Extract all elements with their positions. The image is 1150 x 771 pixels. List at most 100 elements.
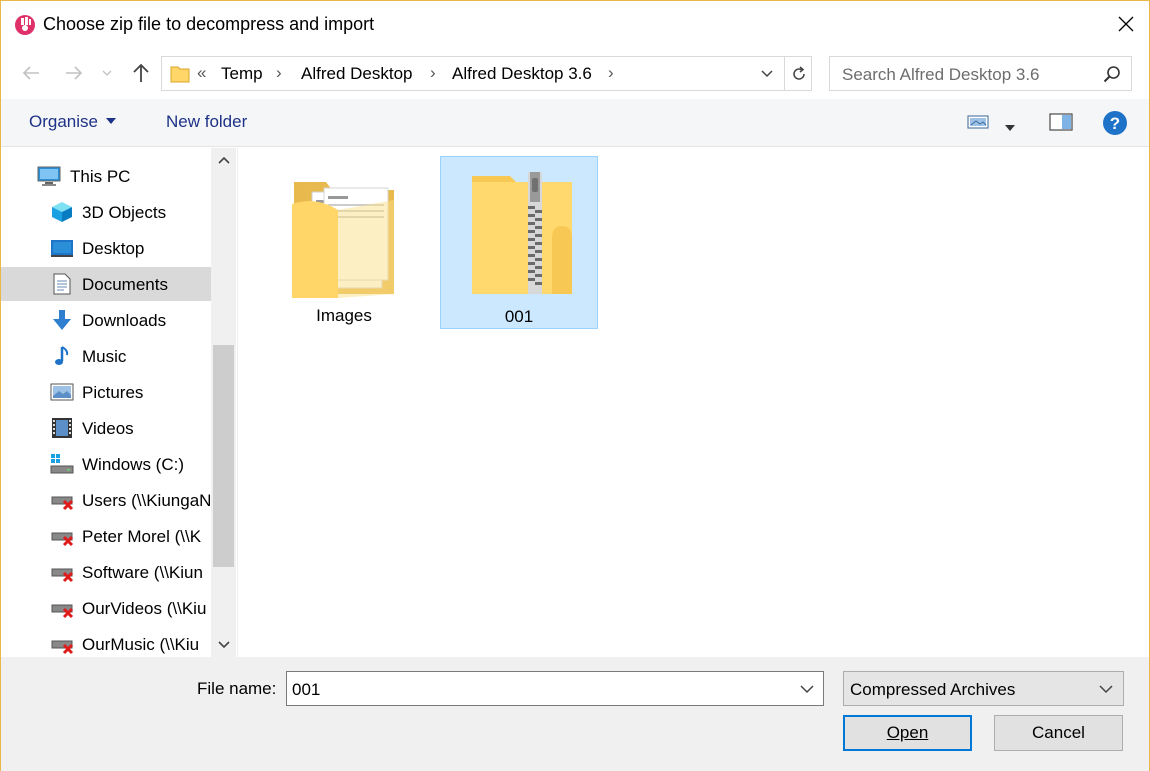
sidebar-item-ourmusic[interactable]: OurMusic (\\Kiu	[1, 627, 211, 661]
folder-with-documents-icon	[292, 182, 394, 298]
chevron-down-icon	[1099, 685, 1113, 694]
breadcrumb-overflow[interactable]: «	[197, 63, 206, 83]
sidebar-item-pictures[interactable]: Pictures	[1, 375, 211, 409]
sidebar-item-label: Windows (C:)	[82, 455, 185, 474]
zip-folder-icon	[472, 172, 572, 294]
sidebar-item-users-network[interactable]: Users (\\KiungaN	[1, 483, 211, 517]
view-options-dropdown[interactable]	[1005, 119, 1015, 139]
caret-down-icon	[1005, 124, 1015, 131]
address-dropdown-button[interactable]	[755, 61, 779, 87]
file-name-field-label: File name:	[197, 679, 276, 699]
file-name-label-text: File name:	[197, 679, 277, 698]
sidebar-item-label: Users (\\KiungaN	[82, 491, 212, 510]
file-name-field[interactable]: 001	[286, 671, 824, 706]
file-selection-panel: File name: 001 Compressed Archives Open …	[1, 657, 1149, 771]
sidebar-item-label: Desktop	[82, 239, 145, 258]
search-box[interactable]: Search Alfred Desktop 3.6	[829, 56, 1132, 91]
arrow-right-icon	[66, 66, 83, 80]
sidebar-item-label: Pictures	[82, 383, 144, 402]
sidebar-item-downloads[interactable]: Downloads	[1, 303, 211, 337]
svg-text:?: ?	[1110, 114, 1120, 133]
close-icon	[1118, 16, 1134, 32]
sidebar-item-label: Documents	[82, 275, 168, 294]
organise-button[interactable]: Organise	[29, 112, 116, 132]
breadcrumb-separator[interactable]: ›	[276, 63, 282, 83]
sidebar-item-label: Downloads	[82, 311, 167, 330]
videos-icon	[52, 418, 72, 438]
refresh-button[interactable]	[784, 57, 813, 90]
sidebar-item-3d-objects[interactable]: 3D Objects	[1, 195, 211, 229]
app-icon	[15, 15, 35, 35]
sidebar-item-documents[interactable]: Documents	[1, 267, 211, 301]
sidebar-item-windows-c[interactable]: Windows (C:)	[1, 447, 211, 481]
window-title: Choose zip file to decompress and import	[43, 14, 375, 34]
address-bar[interactable]: « Temp › Alfred Desktop › Alfred Desktop…	[161, 56, 812, 91]
file-item-001-zip[interactable]: 001	[440, 156, 598, 329]
chevron-down-icon[interactable]	[797, 678, 817, 700]
sidebar-item-software[interactable]: Software (\\Kiun	[1, 555, 211, 589]
chevron-up-icon	[217, 156, 230, 164]
file-name-label: 001	[504, 307, 534, 326]
scrollbar-thumb[interactable]	[213, 345, 234, 567]
chevron-down-icon	[761, 70, 773, 78]
organise-label: Organise	[29, 112, 98, 131]
scroll-down-button[interactable]	[211, 633, 236, 657]
refresh-icon	[793, 65, 805, 80]
pc-icon	[37, 166, 61, 186]
help-button[interactable]: ?	[1102, 110, 1128, 141]
forward-button[interactable]	[62, 61, 86, 85]
document-icon	[53, 273, 71, 295]
breadcrumb-item-alfred-desktop-36[interactable]: Alfred Desktop 3.6	[452, 64, 592, 84]
sidebar-item-label: Software (\\Kiun	[82, 563, 203, 582]
back-button[interactable]	[19, 61, 43, 85]
open-button-label: Open	[886, 723, 929, 742]
preview-pane-button[interactable]	[1049, 113, 1073, 136]
close-button[interactable]	[1103, 1, 1149, 47]
chevron-down-icon	[102, 70, 112, 76]
file-type-select[interactable]: Compressed Archives	[843, 671, 1124, 706]
desktop-icon	[51, 240, 73, 257]
title-bar: Choose zip file to decompress and import	[1, 1, 1149, 49]
sidebar-item-this-pc[interactable]: This PC	[1, 159, 211, 193]
sidebar-item-label: Videos	[82, 419, 134, 438]
breadcrumb-item-temp[interactable]: Temp	[221, 64, 263, 84]
open-button[interactable]: Open	[843, 715, 972, 751]
file-name-label: Images	[316, 306, 372, 325]
music-icon	[55, 346, 69, 365]
sidebar-item-ourvideos[interactable]: OurVideos (\\Kiu	[1, 591, 211, 625]
chevron-down-icon	[217, 641, 230, 649]
drive-icon	[50, 454, 74, 474]
download-icon	[53, 310, 71, 330]
preview-pane-icon	[1049, 113, 1073, 131]
arrow-up-icon	[133, 63, 149, 82]
scroll-up-button[interactable]	[211, 148, 236, 172]
breadcrumb-separator[interactable]: ›	[430, 63, 436, 83]
cancel-button-label: Cancel	[1032, 723, 1085, 742]
folder-icon	[170, 66, 190, 83]
recent-locations-button[interactable]	[99, 61, 115, 85]
sidebar-item-label: OurVideos (\\Kiu	[82, 599, 207, 618]
navigation-scrollbar[interactable]	[211, 148, 236, 657]
breadcrumb-item-alfred-desktop[interactable]: Alfred Desktop	[301, 64, 413, 84]
sidebar-item-label: Peter Morel (\\K	[82, 527, 202, 546]
change-view-button[interactable]	[967, 113, 989, 136]
network-drive-disconnected-icon	[51, 568, 74, 583]
pictures-icon	[50, 383, 74, 401]
sidebar-item-label: This PC	[70, 167, 131, 186]
sidebar-item-videos[interactable]: Videos	[1, 411, 211, 445]
file-item-images-folder[interactable]: Images	[265, 156, 423, 329]
new-folder-button[interactable]: New folder	[166, 112, 247, 132]
network-drive-disconnected-icon	[51, 496, 74, 511]
up-button[interactable]	[129, 61, 153, 85]
cancel-button[interactable]: Cancel	[994, 715, 1123, 751]
sidebar-item-music[interactable]: Music	[1, 339, 211, 373]
sidebar-item-desktop[interactable]: Desktop	[1, 231, 211, 265]
view-icon	[967, 115, 989, 129]
caret-down-icon	[105, 117, 116, 124]
network-drive-disconnected-icon	[51, 532, 74, 547]
help-icon: ?	[1103, 111, 1127, 135]
network-drive-disconnected-icon	[51, 604, 74, 619]
breadcrumb-separator[interactable]: ›	[608, 63, 614, 83]
sidebar-item-peter-morel[interactable]: Peter Morel (\\K	[1, 519, 211, 553]
search-icon	[1103, 66, 1120, 83]
